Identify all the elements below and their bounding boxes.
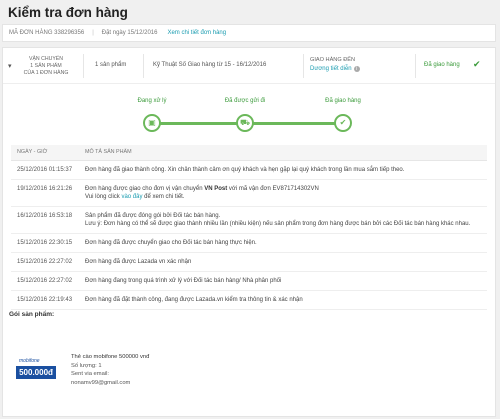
step-label-delivered: Đã giao hàng <box>325 98 361 104</box>
divider <box>83 54 84 78</box>
sent-via-label: Sent via email: <box>71 371 110 377</box>
row-description: Đơn hàng đã giao thành công. Xin chân th… <box>79 160 487 180</box>
step-label-processing: Đang xử lý <box>137 98 167 104</box>
row-time: 25/12/2016 01:15:37 <box>11 160 79 180</box>
check-icon: ✔ <box>334 114 352 132</box>
card-amount: 500.000đ <box>16 366 56 379</box>
order-summary-bar: MÃ ĐƠN HÀNG 338296356 | Đặt ngày 15/12/2… <box>2 24 496 42</box>
divider <box>303 54 304 78</box>
divider <box>143 54 144 78</box>
order-card: ▾ VẬN CHUYỂN 1 SẢN PHẨM CỦA 1 ĐƠN HÀNG 1… <box>2 47 496 417</box>
product-quantity: Số lượng: 1 <box>71 362 102 369</box>
check-icon: ✔ <box>473 59 481 69</box>
info-icon[interactable]: i <box>353 66 360 72</box>
delivery-label: GIAO HÀNG ĐẾN <box>310 57 356 63</box>
table-row: 16/12/2016 16:53:18 Sản phẩm đã được đón… <box>11 206 487 234</box>
carrier-name: VN Post <box>204 185 228 192</box>
mobifone-logo: mobifone <box>19 358 40 364</box>
recipient-email: nonamv99@gmail.com <box>71 379 131 386</box>
truck-icon: ⛟ <box>236 114 254 132</box>
column-header-description: MÔ TẢ SẢN PHẨM <box>79 145 487 161</box>
row-description: Sản phẩm đã được đóng gói bởi Đối tác bá… <box>79 206 487 234</box>
column-header-datetime: NGÀY - GIỜ <box>11 145 79 161</box>
row-time: 15/12/2016 22:27:02 <box>11 271 79 291</box>
package-row[interactable]: ▾ VẬN CHUYỂN 1 SẢN PHẨM CỦA 1 ĐƠN HÀNG 1… <box>3 48 495 84</box>
table-row: 15/12/2016 22:27:02 Đơn hàng đang trong … <box>11 271 487 291</box>
order-number: MÃ ĐƠN HÀNG 338296356 <box>9 30 85 36</box>
package-products-title: Gói sản phẩm: <box>9 311 55 318</box>
row-description: Đơn hàng đã đặt thành công, đang được La… <box>79 290 487 310</box>
shipment-label: VẬN CHUYỂN 1 SẢN PHẨM CỦA 1 ĐƠN HÀNG <box>23 56 69 76</box>
row-time: 15/12/2016 22:19:43 <box>11 290 79 310</box>
row-description: Đơn hàng đang trong quá trình xử lý với … <box>79 271 487 291</box>
divider <box>415 54 416 78</box>
order-details-link[interactable]: Xem chi tiết đơn hàng <box>167 30 226 36</box>
order-date: Đặt ngày 15/12/2016 <box>101 30 158 36</box>
row-time: 15/12/2016 22:30:15 <box>11 233 79 253</box>
delivery-address[interactable]: Dương tiết diễn i <box>310 66 360 72</box>
row-description: Đơn hàng đã được Lazada vn xác nhận <box>79 252 487 272</box>
product-name[interactable]: Thẻ cào mobifone 500000 vnđ <box>71 353 149 362</box>
tracking-link[interactable]: vào đây <box>121 194 142 200</box>
table-row: 25/12/2016 01:15:37 Đơn hàng đã giao thà… <box>11 160 487 180</box>
table-row: 15/12/2016 22:30:15 Đơn hàng đã được chu… <box>11 233 487 253</box>
seller-eta: Kỹ Thuật Số Giao hàng từ 15 - 16/12/2016 <box>153 62 267 68</box>
package-quantity: 1 sản phẩm <box>95 62 127 68</box>
row-description: Đơn hàng được giao cho đơn vị vận chuyển… <box>79 179 487 207</box>
table-header-row: NGÀY - GIỜ MÔ TẢ SẢN PHẨM <box>11 145 487 161</box>
product-image: mobifone 500.000đ <box>15 356 57 384</box>
row-description: Đơn hàng đã được chuyển giao cho Đối tác… <box>79 233 487 253</box>
table-row: 19/12/2016 16:21:26 Đơn hàng được giao c… <box>11 179 487 207</box>
page-title: Kiểm tra đơn hàng <box>8 5 128 20</box>
status-badge: Đã giao hàng <box>424 62 460 68</box>
product-info: Thẻ cào mobifone 500000 vnđ Số lượng: 1 … <box>71 353 149 387</box>
box-icon: ▣ <box>143 114 161 132</box>
row-time: 19/12/2016 16:21:26 <box>11 179 79 207</box>
chevron-down-icon[interactable]: ▾ <box>8 62 12 70</box>
step-label-shipped: Đã được gửi đi <box>224 98 266 104</box>
table-row: 15/12/2016 22:27:02 Đơn hàng đã được Laz… <box>11 252 487 272</box>
tracking-history-table: NGÀY - GIỜ MÔ TẢ SẢN PHẨM 25/12/2016 01:… <box>11 145 487 310</box>
delivery-progress: Đang xử lý Đã được gửi đi Đã giao hàng ▣… <box>137 98 361 138</box>
row-time: 15/12/2016 22:27:02 <box>11 252 79 272</box>
divider: | <box>92 30 94 36</box>
row-time: 16/12/2016 16:53:18 <box>11 206 79 234</box>
table-row: 15/12/2016 22:19:43 Đơn hàng đã đặt thàn… <box>11 290 487 310</box>
